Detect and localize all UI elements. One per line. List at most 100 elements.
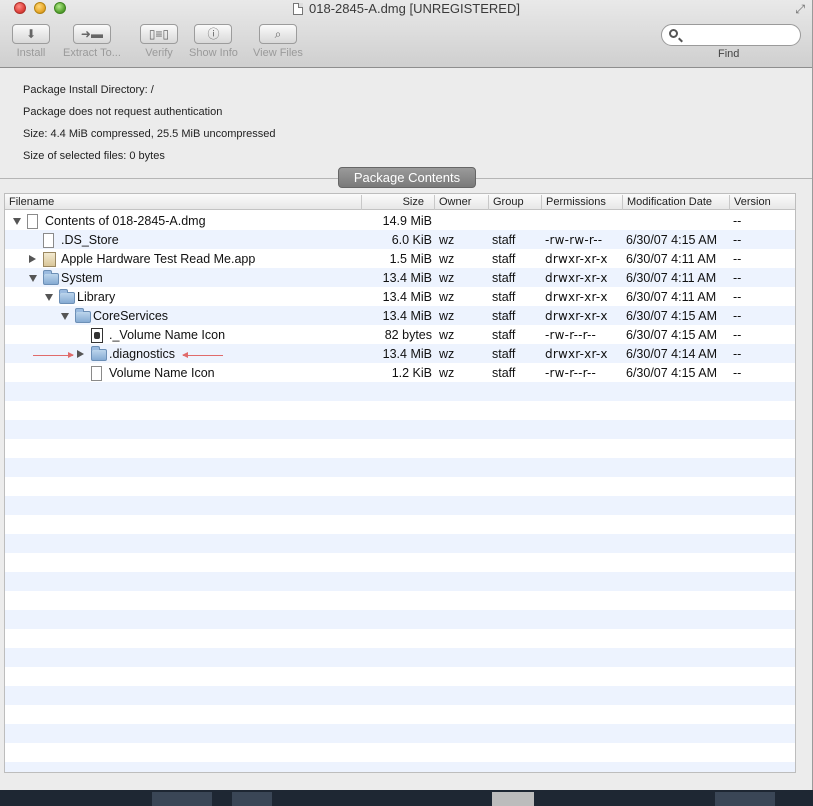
- filename-cell: CoreServices: [93, 309, 169, 323]
- download-arrow-icon: ⬇: [12, 24, 50, 44]
- dock-tile: [152, 792, 212, 806]
- disclosure-closed-icon[interactable]: [29, 255, 36, 263]
- package-size-text: Size: 4.4 MiB compressed, 25.5 MiB uncom…: [23, 128, 276, 140]
- group-cell: staff: [492, 328, 516, 342]
- disclosure-open-icon[interactable]: [61, 313, 69, 320]
- dock-tile: [715, 792, 775, 806]
- group-cell: staff: [492, 252, 516, 266]
- modification-date-cell: 6/30/07 4:15 AM: [626, 328, 718, 342]
- folder-icon: [43, 270, 59, 285]
- column-header-owner[interactable]: Owner: [435, 195, 489, 210]
- column-header-version[interactable]: Version: [730, 195, 795, 210]
- permissions-cell: drwxr-xr-x: [545, 309, 608, 323]
- filename-cell: Volume Name Icon: [109, 366, 215, 380]
- install-button[interactable]: ⬇ Install: [12, 24, 50, 59]
- dock-strip: [0, 790, 813, 806]
- group-cell: staff: [492, 366, 516, 380]
- search-icon: [669, 29, 678, 38]
- view-files-button[interactable]: ⌕ View Files: [253, 24, 303, 59]
- table-row[interactable]: System 13.4 MiB wz staff drwxr-xr-x 6/30/07 4…: [5, 269, 795, 288]
- resource-file-icon: [91, 328, 103, 343]
- disclosure-closed-icon[interactable]: [77, 350, 84, 358]
- group-cell: staff: [492, 271, 516, 285]
- size-cell: 1.2 KiB: [391, 366, 432, 380]
- dock-tile: [492, 792, 534, 806]
- column-header-group[interactable]: Group: [489, 195, 542, 210]
- owner-cell: wz: [439, 233, 455, 247]
- disclosure-open-icon[interactable]: [45, 294, 53, 301]
- version-cell: --: [733, 309, 742, 323]
- folder-icon: [91, 346, 107, 361]
- table-row[interactable]: CoreServices 13.4 MiB wz staff drwxr-xr-x 6/3…: [5, 307, 795, 326]
- owner-cell: wz: [439, 328, 455, 342]
- install-directory-text: Package Install Directory: /: [23, 84, 154, 96]
- show-info-button[interactable]: ⓘ Show Info: [189, 24, 238, 59]
- annotation-arrow-icon: [182, 352, 223, 358]
- package-contents-table[interactable]: Filename Size Owner Group Permissions Mo…: [4, 193, 796, 773]
- modification-date-cell: 6/30/07 4:14 AM: [626, 347, 718, 361]
- permissions-cell: -rw-rw-r--: [545, 233, 603, 247]
- owner-cell: wz: [439, 347, 455, 361]
- version-cell: --: [733, 366, 742, 380]
- filename-cell: .DS_Store: [61, 233, 119, 247]
- owner-cell: wz: [439, 271, 455, 285]
- modification-date-cell: 6/30/07 4:15 AM: [626, 233, 718, 247]
- search-field[interactable]: [661, 24, 801, 46]
- owner-cell: wz: [439, 252, 455, 266]
- extract-folder-icon: ➜▬: [72, 24, 111, 44]
- verify-icon: ▯≡▯: [140, 24, 178, 44]
- version-cell: --: [733, 233, 742, 247]
- disclosure-open-icon[interactable]: [13, 218, 21, 225]
- filename-cell: System: [61, 271, 103, 285]
- table-header: Filename Size Owner Group Permissions Mo…: [5, 194, 795, 210]
- size-cell: 13.4 MiB: [382, 309, 432, 323]
- extract-to-button[interactable]: ➜▬ Extract To...: [63, 24, 121, 59]
- permissions-cell: drwxr-xr-x: [545, 252, 608, 266]
- column-header-filename[interactable]: Filename: [5, 195, 362, 210]
- size-cell: 13.4 MiB: [382, 271, 432, 285]
- table-row[interactable]: Contents of 018-2845-A.dmg 14.9 MiB --: [5, 212, 795, 231]
- column-header-size[interactable]: Size: [362, 195, 435, 210]
- package-info-panel: Package Install Directory: / Package doe…: [0, 69, 812, 179]
- filename-cell: Library: [77, 290, 116, 304]
- package-contents-button[interactable]: Package Contents: [338, 167, 476, 188]
- group-cell: staff: [492, 233, 516, 247]
- table-row[interactable]: Library 13.4 MiB wz staff drwxr-xr-x 6/30/07 …: [5, 288, 795, 307]
- permissions-cell: drwxr-xr-x: [545, 290, 608, 304]
- size-cell: 14.9 MiB: [382, 214, 432, 228]
- table-row[interactable]: Apple Hardware Test Read Me.app 1.5 MiB wz…: [5, 250, 795, 269]
- filename-cell: Apple Hardware Test Read Me.app: [61, 252, 256, 266]
- size-cell: 13.4 MiB: [382, 347, 432, 361]
- table-row[interactable]: .diagnostics 13.4 MiB wz staff drwxr-xr-x 6/3…: [5, 345, 795, 364]
- size-cell: 13.4 MiB: [382, 290, 432, 304]
- show-info-label: Show Info: [189, 47, 238, 59]
- table-body: Contents of 018-2845-A.dmg 14.9 MiB -- .DS_…: [5, 211, 795, 772]
- version-cell: --: [733, 290, 742, 304]
- table-row[interactable]: .DS_Store 6.0 KiB wz staff -rw-rw-r-- 6/30/07…: [5, 231, 795, 250]
- document-icon: [27, 214, 38, 229]
- group-cell: staff: [492, 290, 516, 304]
- column-header-permissions[interactable]: Permissions: [542, 195, 623, 210]
- size-cell: 6.0 KiB: [391, 233, 432, 247]
- window-title-bar: 018-2845-A.dmg [UNREGISTERED]: [0, 1, 812, 16]
- modification-date-cell: 6/30/07 4:15 AM: [626, 309, 718, 323]
- document-icon: [43, 233, 54, 248]
- version-cell: --: [733, 347, 742, 361]
- table-row[interactable]: Volume Name Icon 1.2 KiB wz staff -rw-r--r--…: [5, 364, 795, 383]
- annotation-arrow-icon: [33, 352, 74, 358]
- verify-button[interactable]: ▯≡▯ Verify: [140, 24, 178, 59]
- disclosure-open-icon[interactable]: [29, 275, 37, 282]
- application-icon: [43, 252, 56, 267]
- modification-date-cell: 6/30/07 4:11 AM: [626, 271, 717, 285]
- filename-cell: Contents of 018-2845-A.dmg: [45, 214, 206, 228]
- version-cell: --: [733, 252, 742, 266]
- fullscreen-icon[interactable]: ⤢: [795, 2, 805, 17]
- table-row[interactable]: ._Volume Name Icon 82 bytes wz staff -rw-r--…: [5, 326, 795, 345]
- modification-date-cell: 6/30/07 4:15 AM: [626, 366, 718, 380]
- version-cell: --: [733, 271, 742, 285]
- permissions-cell: drwxr-xr-x: [545, 347, 608, 361]
- search-input[interactable]: [684, 27, 794, 43]
- folder-icon: [59, 289, 75, 304]
- modification-date-cell: 6/30/07 4:11 AM: [626, 290, 717, 304]
- column-header-modification-date[interactable]: Modification Date: [623, 195, 730, 210]
